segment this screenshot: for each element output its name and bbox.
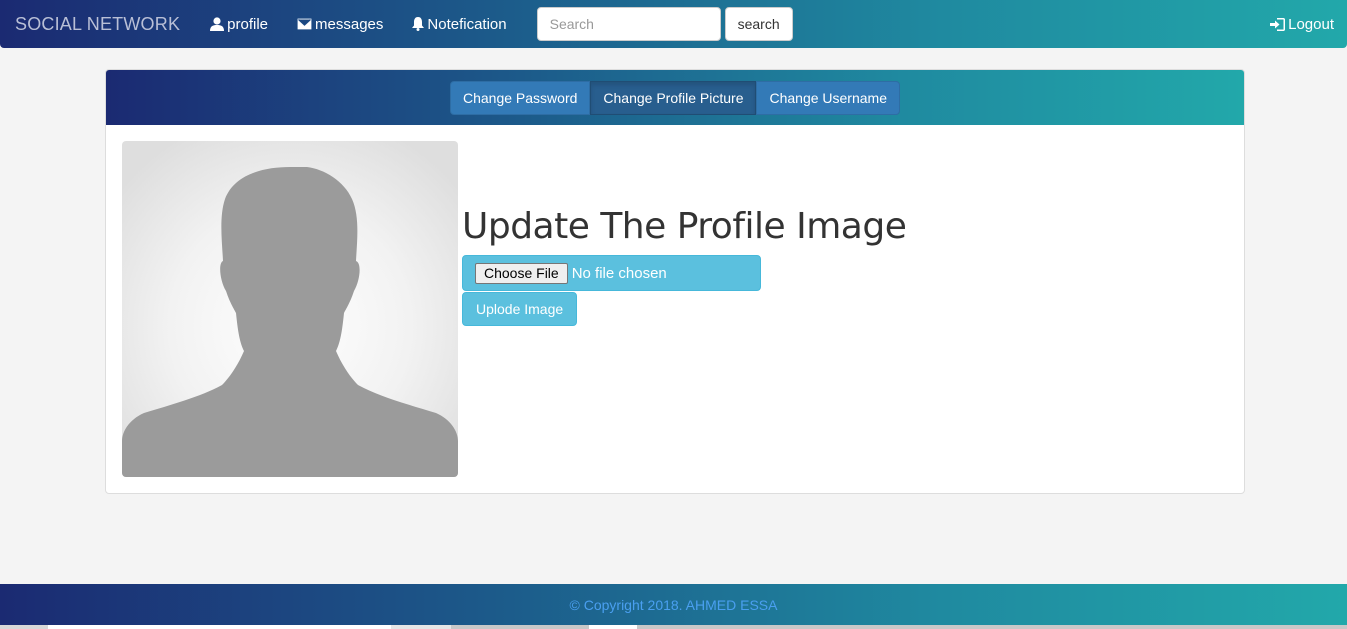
tab-change-password[interactable]: Change Password	[450, 80, 591, 115]
file-status-text: No file chosen	[571, 264, 667, 282]
copyright-text: © Copyright 2018. AHMED ESSA	[569, 596, 778, 613]
settings-panel: Change Password Change Profile Picture C…	[105, 69, 1245, 494]
nav-profile-label: profile	[227, 15, 269, 33]
footer: © Copyright 2018. AHMED ESSA	[0, 584, 1347, 625]
user-icon	[210, 17, 225, 31]
upload-image-button[interactable]: Uplode Image	[462, 292, 578, 326]
strip-segment	[391, 625, 451, 629]
nav-profile-link[interactable]: profile	[210, 16, 268, 33]
nav-messages-label: messages	[315, 15, 384, 33]
nav-notification-link[interactable]: Notefication	[412, 15, 507, 33]
choose-file-button[interactable]: Choose File	[475, 262, 568, 284]
log-in-icon	[1270, 17, 1286, 31]
logout-label: Logout	[1288, 15, 1334, 33]
bottom-scroll-strip	[0, 625, 1347, 629]
brand-logo[interactable]: SOCIAL NETWORK	[15, 14, 180, 35]
tab-change-profile-picture[interactable]: Change Profile Picture	[590, 80, 757, 115]
logout-link[interactable]: Logout	[1270, 16, 1334, 33]
upload-form: Update The Profile Image Choose File No …	[462, 202, 907, 326]
envelope-icon	[297, 18, 313, 30]
page-title: Update The Profile Image	[462, 206, 907, 247]
profile-avatar	[122, 141, 458, 477]
search-input[interactable]	[536, 7, 721, 41]
panel-heading: Change Password Change Profile Picture C…	[106, 70, 1244, 125]
strip-segment	[589, 625, 637, 629]
settings-tabs: Change Password Change Profile Picture C…	[450, 80, 900, 115]
strip-segment	[637, 625, 1347, 629]
strip-segment	[48, 625, 391, 629]
top-navbar: SOCIAL NETWORK profile messages Notefica…	[0, 0, 1347, 48]
strip-segment	[0, 625, 48, 629]
bell-icon	[412, 17, 425, 31]
nav-messages-link[interactable]: messages	[297, 16, 383, 33]
strip-segment	[451, 625, 589, 629]
search-button[interactable]: search	[724, 7, 793, 41]
nav-notification-label: Notefication	[427, 15, 507, 33]
file-input[interactable]: Choose File No file chosen	[462, 255, 761, 291]
tab-change-username[interactable]: Change Username	[756, 80, 900, 115]
